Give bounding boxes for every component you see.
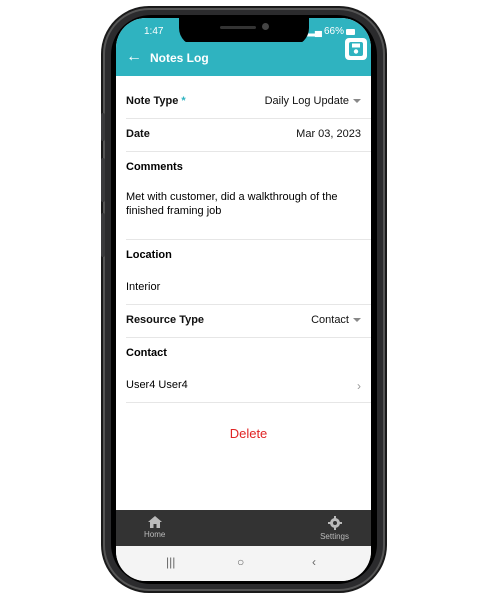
comments-label: Comments — [126, 161, 183, 173]
comments-section: Comments Met with customer, did a walkth… — [126, 152, 371, 240]
dropdown-caret-icon — [353, 318, 361, 323]
bottom-nav: Home Settings — [116, 510, 371, 546]
resource-type-label: Resource Type — [126, 314, 205, 326]
battery-percent: 66% — [323, 26, 344, 37]
nav-home[interactable]: Home — [144, 516, 165, 539]
system-home-icon[interactable]: ○ — [237, 555, 244, 569]
location-label: Location — [126, 249, 172, 261]
battery-icon — [346, 28, 355, 35]
save-icon — [349, 42, 363, 56]
note-form: Note Type * Daily Log Update Date Mar 03… — [126, 86, 371, 441]
save-button[interactable] — [345, 38, 367, 60]
system-nav-bar: ||| ○ ‹ — [116, 546, 371, 581]
recent-apps-icon[interactable]: ||| — [166, 555, 175, 569]
note-type-label: Note Type * — [126, 95, 186, 107]
location-value[interactable]: Interior — [126, 281, 160, 293]
contact-value[interactable]: User4 User4 — [126, 379, 188, 391]
status-time: 1:47 — [144, 26, 164, 37]
comments-text[interactable]: Met with customer, did a walkthrough of … — [126, 190, 356, 218]
note-type-select[interactable]: Daily Log Update — [265, 95, 361, 107]
app-screen: 1:47 ▂▄ 66% ← Notes Log Note Type * Dail… — [116, 18, 371, 581]
resource-type-row[interactable]: Resource Type Contact — [126, 305, 371, 338]
home-icon — [147, 516, 162, 528]
note-type-row[interactable]: Note Type * Daily Log Update — [126, 86, 371, 119]
volume-up-button — [101, 158, 105, 202]
date-row[interactable]: Date Mar 03, 2023 — [126, 119, 371, 152]
contact-section[interactable]: Contact User4 User4 › — [126, 338, 371, 403]
back-arrow-icon[interactable]: ← — [126, 48, 142, 66]
front-camera — [261, 23, 269, 30]
speaker-grille — [219, 26, 256, 29]
volume-down-button — [101, 213, 105, 257]
side-button — [101, 113, 105, 141]
dropdown-caret-icon — [353, 99, 361, 104]
contact-label: Contact — [126, 347, 167, 359]
date-label: Date — [126, 128, 150, 140]
location-section: Location Interior — [126, 240, 371, 305]
signal-icon: ▂▄ — [307, 26, 322, 37]
nav-home-label: Home — [144, 530, 166, 539]
status-right: ▂▄ 66% — [307, 26, 355, 37]
resource-type-select[interactable]: Contact — [311, 314, 361, 326]
page-title: Notes Log — [150, 51, 209, 65]
chevron-right-icon: › — [357, 379, 361, 393]
app-bar: ← Notes Log — [116, 38, 371, 76]
status-bar: 1:47 ▂▄ 66% — [116, 18, 371, 46]
nav-settings-label: Settings — [320, 532, 349, 541]
delete-button[interactable]: Delete — [126, 426, 371, 441]
nav-settings[interactable]: Settings — [320, 516, 349, 541]
date-value[interactable]: Mar 03, 2023 — [296, 128, 361, 140]
system-back-icon[interactable]: ‹ — [312, 555, 316, 569]
gear-icon — [327, 516, 342, 530]
